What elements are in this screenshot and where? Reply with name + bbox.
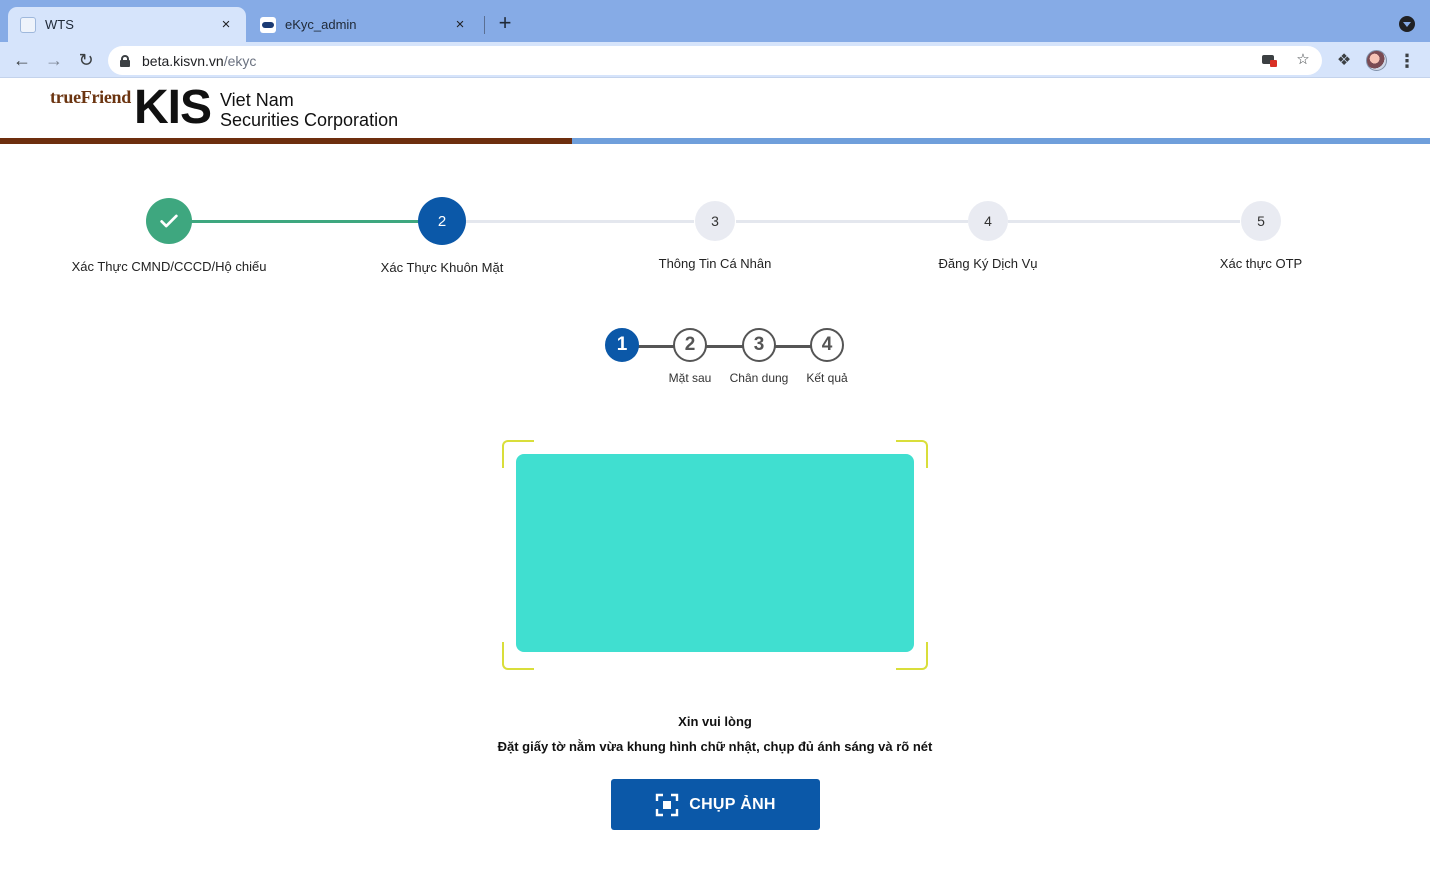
capture-frame — [502, 440, 928, 670]
brand-line-2: Securities Corporation — [220, 110, 399, 130]
browser-toolbar: ← → ↻ beta.kisvn.vn/ekyc ☆ ❖ ⋮ — [0, 42, 1430, 78]
ekyc-favicon-icon — [260, 16, 276, 33]
step-label: Đăng Ký Dịch Vụ — [938, 256, 1038, 271]
step-personal-info: 3 Thông Tin Cá Nhân — [615, 198, 815, 273]
sub-step-number: 3 — [742, 328, 776, 362]
sub-step-number: 4 — [810, 328, 844, 362]
url-path: /ekyc — [223, 52, 257, 69]
step-id-verification: Xác Thực CMND/CCCD/Hộ chiếu — [69, 198, 269, 276]
capture-icon — [656, 793, 679, 816]
browser-tab-bar: WTS × eKyc_admin × + — [0, 0, 1430, 42]
back-arrow-icon[interactable]: ← — [10, 48, 34, 72]
browser-menu-icon[interactable]: ⋮ — [1398, 51, 1416, 71]
tab-title: WTS — [45, 17, 74, 32]
sub-stepper: 1 2 Mặt sau 3 Chân dung 4 Kết quả — [600, 328, 860, 398]
header-accent-blue — [572, 138, 1430, 144]
capture-photo-button[interactable]: CHỤP ẢNH — [611, 779, 820, 830]
sub-step-number: 2 — [673, 328, 707, 362]
tab-search-icon[interactable] — [1399, 16, 1415, 32]
step-label: Xác thực OTP — [1219, 256, 1303, 271]
sub-step-label: Kết quả — [806, 371, 848, 385]
lock-icon[interactable] — [120, 54, 130, 67]
close-tab-icon[interactable]: × — [452, 16, 468, 33]
step-label: Xác Thực Khuôn Mặt — [380, 260, 504, 275]
tab-ekyc-admin[interactable]: eKyc_admin × — [248, 7, 480, 42]
main-stepper: Xác Thực CMND/CCCD/Hộ chiếu 2 Xác Thực K… — [0, 197, 1430, 298]
header-accent-brown — [0, 138, 572, 144]
profile-avatar[interactable] — [1366, 50, 1387, 71]
tab-wts[interactable]: WTS × — [8, 7, 246, 42]
step-number: 5 — [1241, 201, 1281, 241]
bookmark-star-icon[interactable]: ☆ — [1294, 51, 1312, 69]
address-bar[interactable]: beta.kisvn.vn/ekyc ☆ — [108, 46, 1322, 75]
instruction-title: Xin vui lòng — [678, 714, 752, 729]
truefriend-logo: trueFriend — [50, 87, 131, 107]
brand-line-1: Viet Nam — [220, 90, 294, 110]
tab-separator — [484, 16, 485, 34]
step-done-circle — [146, 198, 192, 244]
reload-icon[interactable]: ↻ — [74, 48, 98, 72]
check-icon — [160, 214, 178, 228]
camera-blocked-icon[interactable] — [1260, 51, 1278, 69]
extensions-puzzle-icon[interactable]: ❖ — [1334, 51, 1354, 71]
step-face-verification: 2 Xác Thực Khuôn Mặt — [342, 197, 542, 277]
step-number: 4 — [968, 201, 1008, 241]
tab-title: eKyc_admin — [285, 17, 357, 32]
sub-step-number: 1 — [605, 328, 639, 362]
new-tab-button[interactable]: + — [494, 12, 516, 34]
kis-logo: KIS — [134, 81, 212, 134]
step-number: 3 — [695, 201, 735, 241]
url-host: beta.kisvn.vn — [142, 52, 224, 69]
close-tab-icon[interactable]: × — [218, 16, 234, 33]
wts-favicon-icon — [20, 16, 36, 33]
sub-step-result: 4 Kết quả — [782, 328, 872, 385]
instruction-text: Đặt giấy tờ nằm vừa khung hình chữ nhật,… — [497, 739, 933, 754]
site-header: trueFriend KIS Viet Nam Securities Corpo… — [0, 78, 1430, 138]
step-number: 2 — [418, 197, 466, 245]
camera-preview — [516, 454, 914, 652]
step-label: Xác Thực CMND/CCCD/Hộ chiếu — [71, 259, 267, 274]
forward-arrow-icon[interactable]: → — [42, 48, 66, 72]
step-otp-verification: 5 Xác thực OTP — [1161, 198, 1361, 273]
capture-button-label: CHỤP ẢNH — [689, 795, 776, 813]
step-service-registration: 4 Đăng Ký Dịch Vụ — [888, 198, 1088, 273]
step-label: Thông Tin Cá Nhân — [658, 256, 772, 271]
